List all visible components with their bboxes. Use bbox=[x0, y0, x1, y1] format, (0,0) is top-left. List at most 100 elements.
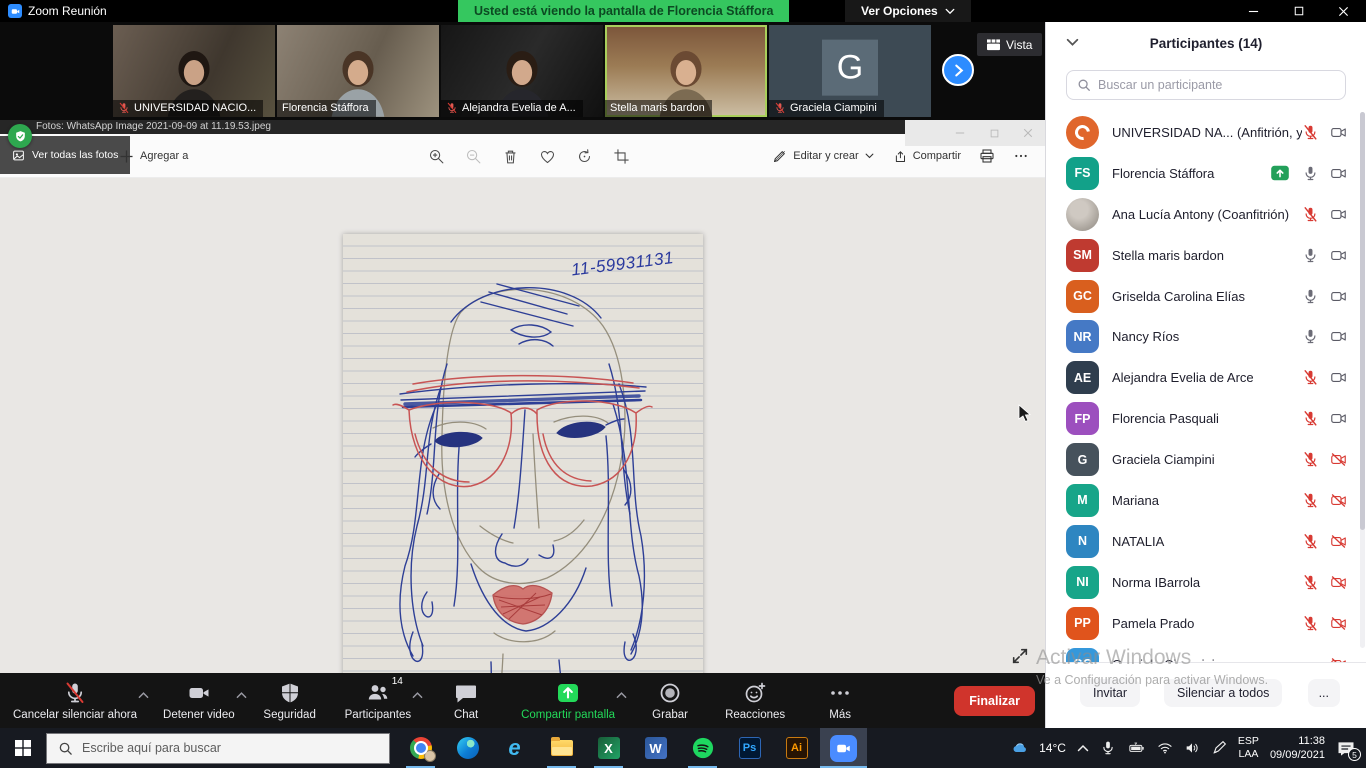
participant-row[interactable]: SMStella maris bardon bbox=[1046, 235, 1359, 276]
close-button[interactable] bbox=[1321, 0, 1366, 22]
participant-row[interactable]: GCGriselda Carolina Elías bbox=[1046, 276, 1359, 317]
toolbar-record[interactable]: Grabar bbox=[628, 673, 712, 728]
participant-row[interactable]: NNATALIA bbox=[1046, 521, 1359, 562]
next-participants-page-button[interactable] bbox=[942, 54, 974, 86]
taskbar-app-spotify[interactable] bbox=[679, 728, 726, 768]
taskbar-app-internet-explorer[interactable]: e bbox=[491, 728, 538, 768]
taskbar-app-photoshop[interactable]: Ps bbox=[726, 728, 773, 768]
volume-icon[interactable] bbox=[1184, 740, 1200, 756]
temperature-label[interactable]: 14°C bbox=[1039, 741, 1066, 755]
participant-row[interactable]: FPFlorencia Pasquali bbox=[1046, 398, 1359, 439]
view-options-button[interactable]: Ver Opciones bbox=[845, 0, 971, 22]
muted-mic-icon bbox=[774, 102, 786, 114]
taskbar-app-word[interactable]: W bbox=[632, 728, 679, 768]
mouse-cursor bbox=[1018, 404, 1031, 423]
chevron-up-icon[interactable] bbox=[616, 686, 627, 694]
people-icon: 14 bbox=[366, 681, 390, 705]
participant-row[interactable]: Ana Lucía Antony (Coanfitrión) bbox=[1046, 194, 1359, 235]
participant-row[interactable]: FSFlorencia Stáffora bbox=[1046, 153, 1359, 194]
add-to-button[interactable]: Agregar a bbox=[120, 134, 188, 178]
delete-icon[interactable] bbox=[502, 148, 519, 165]
participant-row[interactable]: NINorma IBarrola bbox=[1046, 562, 1359, 603]
clock[interactable]: 11:38 09/09/2021 bbox=[1270, 734, 1325, 763]
chevron-down-icon bbox=[945, 8, 955, 15]
participants-panel: Participantes (14) UNIVERSIDAD NA... (An… bbox=[1045, 22, 1366, 728]
view-mode-button[interactable]: Vista bbox=[977, 33, 1042, 56]
language-indicator[interactable]: ESP LAA bbox=[1238, 735, 1259, 761]
rotate-icon[interactable] bbox=[576, 148, 593, 165]
video-thumbnail[interactable]: Florencia Stáffora bbox=[277, 25, 439, 117]
toolbar-reactions[interactable]: Reacciones bbox=[712, 673, 798, 728]
participant-row[interactable]: PPPamela Prado bbox=[1046, 603, 1359, 644]
favorite-icon[interactable] bbox=[539, 148, 556, 165]
tray-microphone-icon[interactable] bbox=[1100, 740, 1116, 756]
participant-row[interactable]: NRNancy Ríos bbox=[1046, 316, 1359, 357]
minimize-button[interactable] bbox=[1231, 0, 1276, 22]
weather-cloud-icon[interactable] bbox=[1012, 740, 1028, 756]
zoom-in-icon[interactable] bbox=[428, 148, 445, 165]
print-button[interactable] bbox=[979, 148, 995, 164]
more-options-button[interactable] bbox=[1013, 148, 1029, 164]
participant-row[interactable]: UNIVERSIDAD NA... (Anfitrión, yo) bbox=[1046, 112, 1359, 153]
mute-all-button[interactable]: Silenciar a todos bbox=[1164, 679, 1282, 707]
battery-icon[interactable] bbox=[1127, 740, 1146, 756]
taskbar-app-file-explorer[interactable] bbox=[538, 728, 585, 768]
system-tray: 14°C ESP LAA 11:38 09/09/2021 5 bbox=[1012, 734, 1366, 763]
chevron-up-icon[interactable] bbox=[138, 686, 149, 694]
photos-close-button[interactable] bbox=[1011, 120, 1045, 146]
taskbar-app-illustrator[interactable]: Ai bbox=[773, 728, 820, 768]
toolbar-share-screen[interactable]: Compartir pantalla bbox=[508, 673, 628, 728]
collapse-panel-chevron-icon[interactable] bbox=[1066, 38, 1079, 47]
fullscreen-expand-button[interactable] bbox=[1011, 647, 1029, 665]
notification-center-button[interactable]: 5 bbox=[1336, 739, 1356, 757]
participant-row[interactable]: GCGraciela Ciampini bbox=[1046, 644, 1359, 662]
video-thumbnail[interactable]: G Graciela Ciampini bbox=[769, 25, 931, 117]
zoom-meeting-window: Zoom Reunión Usted está viendo la pantal… bbox=[0, 0, 1366, 768]
share-screen-icon bbox=[556, 681, 580, 705]
maximize-button[interactable] bbox=[1276, 0, 1321, 22]
chevron-up-icon[interactable] bbox=[236, 686, 247, 694]
toolbar-camera[interactable]: Detener video bbox=[150, 673, 248, 728]
taskbar-app-chrome[interactable] bbox=[397, 728, 444, 768]
edit-create-button[interactable]: Editar y crear bbox=[772, 149, 873, 164]
pen-icon[interactable] bbox=[1211, 740, 1227, 756]
video-thumbnail[interactable]: Alejandra Evelia de A... bbox=[441, 25, 603, 117]
toolbar-people[interactable]: 14 Participantes bbox=[332, 673, 424, 728]
mic-muted-icon bbox=[1302, 533, 1319, 550]
participant-search-input[interactable] bbox=[1098, 78, 1335, 92]
see-all-photos-label: Ver todas las fotos bbox=[32, 149, 118, 161]
participant-row[interactable]: AEAlejandra Evelia de Arce bbox=[1046, 357, 1359, 398]
photos-maximize-button[interactable] bbox=[977, 120, 1011, 146]
taskbar-search-input[interactable] bbox=[82, 741, 378, 755]
photos-minimize-button[interactable] bbox=[943, 120, 977, 146]
photos-titlebar: Fotos: WhatsApp Image 2021-09-09 at 11.1… bbox=[0, 120, 1045, 134]
video-thumbnail[interactable]: Stella maris bardon bbox=[605, 25, 767, 117]
video-thumbnail[interactable]: UNIVERSIDAD NACIO... bbox=[113, 25, 275, 117]
toolbar-item-label: Participantes bbox=[345, 709, 411, 721]
tray-chevron-up-icon[interactable] bbox=[1077, 740, 1089, 756]
thumbnail-name-label: Florencia Stáffora bbox=[277, 100, 376, 117]
wifi-icon[interactable] bbox=[1157, 740, 1173, 756]
start-button[interactable] bbox=[0, 728, 46, 768]
taskbar-app-zoom[interactable] bbox=[820, 728, 867, 768]
end-meeting-button[interactable]: Finalizar bbox=[954, 686, 1035, 716]
video-thumbnail-strip: UNIVERSIDAD NACIO... Florencia Stáffora Al… bbox=[0, 22, 1045, 120]
toolbar-shield[interactable]: Seguridad bbox=[248, 673, 332, 728]
toolbar-mic-off[interactable]: Cancelar silenciar ahora bbox=[0, 673, 150, 728]
footer-more-button[interactable]: ... bbox=[1308, 679, 1340, 707]
participants-scrollbar[interactable] bbox=[1360, 112, 1365, 648]
toolbar-chat[interactable]: Chat bbox=[424, 673, 508, 728]
camera-on-icon bbox=[1330, 369, 1347, 386]
participant-row[interactable]: MMariana bbox=[1046, 480, 1359, 521]
thumbnail-name-label: UNIVERSIDAD NACIO... bbox=[113, 100, 263, 117]
taskbar-app-excel[interactable]: X bbox=[585, 728, 632, 768]
invite-button[interactable]: Invitar bbox=[1080, 679, 1140, 707]
thumbnail-name-label: Graciela Ciampini bbox=[769, 100, 884, 117]
share-button[interactable]: Compartir bbox=[892, 149, 961, 164]
toolbar-more[interactable]: Más bbox=[798, 673, 882, 728]
chevron-up-icon[interactable] bbox=[412, 686, 423, 694]
avatar: G bbox=[822, 40, 878, 96]
participant-row[interactable]: GGraciela Ciampini bbox=[1046, 439, 1359, 480]
crop-icon[interactable] bbox=[613, 148, 630, 165]
taskbar-app-edge[interactable] bbox=[444, 728, 491, 768]
